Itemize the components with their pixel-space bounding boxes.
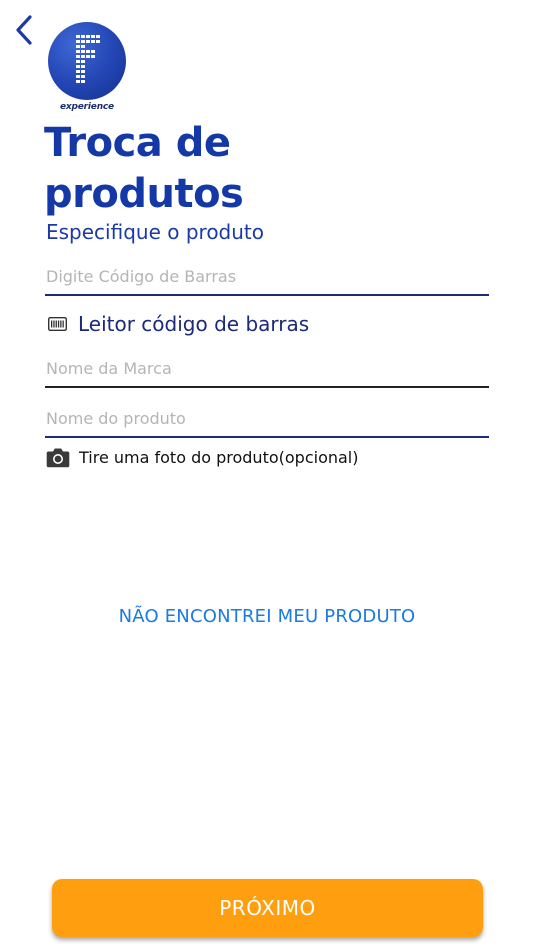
take-photo-button[interactable]: Tire uma foto do produto(opcional) <box>46 445 358 469</box>
page-title: Troca de produtos <box>44 120 244 217</box>
barcode-reader-label: Leitor código de barras <box>78 312 310 336</box>
brand-name-input[interactable] <box>45 348 489 388</box>
barcode-input[interactable] <box>45 256 489 296</box>
brand-logo: experience <box>46 22 128 116</box>
brand-underline <box>45 386 489 388</box>
back-button[interactable] <box>12 14 38 46</box>
logo-f-mark <box>76 35 100 83</box>
product-name-input[interactable] <box>45 398 489 438</box>
brand-field <box>45 348 489 388</box>
next-button[interactable]: PRÓXIMO <box>52 879 483 937</box>
chevron-left-icon <box>16 15 32 45</box>
barcode-underline <box>45 294 489 296</box>
product-exchange-screen: experience Troca de produtos Especifique… <box>0 0 534 950</box>
camera-icon <box>46 448 70 467</box>
logo-emblem <box>48 22 126 100</box>
product-not-found-link[interactable]: NÃO ENCONTREI MEU PRODUTO <box>0 606 534 627</box>
product-underline <box>45 436 489 438</box>
logo-caption: experience <box>60 102 114 112</box>
page-subtitle: Especifique o produto <box>46 220 264 244</box>
take-photo-label: Tire uma foto do produto(opcional) <box>79 447 359 467</box>
barcode-field <box>45 256 489 296</box>
barcode-scanner-icon <box>48 317 67 331</box>
product-field <box>45 398 489 438</box>
barcode-reader-button[interactable]: Leitor código de barras <box>48 310 309 338</box>
